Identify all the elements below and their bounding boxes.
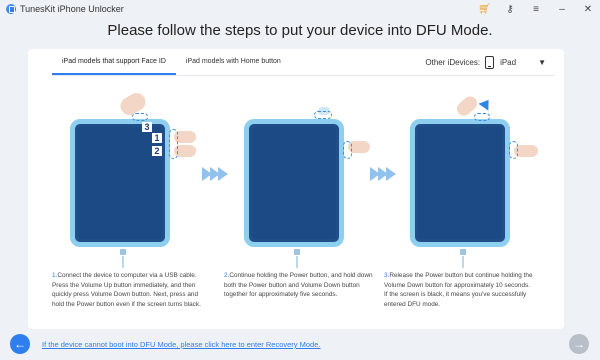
step-3-description: Release the Power button but continue ho…	[384, 272, 533, 308]
window-controls: 🛒︎ ⚷ ≡ – ✕	[478, 0, 594, 18]
selected-device: iPad	[500, 57, 517, 67]
tab-face-id[interactable]: iPad models that support Face ID	[52, 49, 176, 75]
step-3-text: 3.Release the Power button but continue …	[384, 271, 534, 309]
close-icon[interactable]: ✕	[582, 4, 594, 15]
chevron-down-icon[interactable]: ▼	[538, 58, 546, 67]
cart-icon[interactable]: 🛒︎	[478, 4, 491, 15]
step-2-text: 2.Continue holding the Power button, and…	[224, 271, 374, 300]
next-button[interactable]: →	[569, 334, 589, 354]
usb-plug-icon	[120, 249, 126, 255]
volume-buttons-marker	[169, 129, 178, 159]
arrow-right-icon: →	[573, 337, 585, 351]
back-button[interactable]: ←	[10, 334, 30, 354]
tab-home-button[interactable]: iPad models with Home button	[176, 49, 291, 75]
usb-cable-icon	[296, 256, 298, 268]
usb-cable-icon	[462, 256, 464, 268]
instructions-panel: iPad models that support Face ID iPad mo…	[28, 49, 564, 329]
usb-cable-icon	[122, 256, 124, 268]
power-button-marker	[314, 111, 332, 119]
ipad-illustration-step-2	[244, 119, 344, 247]
ipad-icon	[485, 55, 495, 69]
tabs-divider	[52, 75, 554, 76]
power-button-marker	[132, 113, 148, 121]
power-button-marker	[474, 113, 490, 121]
volume-down-marker	[509, 141, 518, 159]
step-1-text: 1.Connect the device to computer via a U…	[52, 271, 202, 309]
key-icon[interactable]: ⚷	[504, 4, 516, 15]
ipad-illustration-step-3	[410, 119, 510, 247]
model-tabs: iPad models that support Face ID iPad mo…	[52, 49, 291, 75]
next-step-arrows-icon	[202, 167, 228, 181]
minimize-icon[interactable]: –	[556, 4, 568, 15]
recovery-mode-link[interactable]: If the device cannot boot into DFU Mode,…	[42, 340, 320, 349]
page-title: Please follow the steps to put your devi…	[107, 22, 493, 39]
arrow-left-icon: ←	[14, 337, 26, 351]
menu-icon[interactable]: ≡	[530, 4, 542, 15]
other-devices-selector[interactable]: Other iDevices: iPad ▼	[425, 54, 546, 70]
badge-1: 1	[152, 133, 162, 143]
other-devices-label: Other iDevices:	[425, 57, 481, 67]
usb-plug-icon	[460, 249, 466, 255]
badge-2: 2	[152, 146, 162, 156]
release-arrow-icon	[478, 96, 494, 111]
volume-down-marker	[343, 141, 352, 159]
badge-3: 3	[142, 122, 152, 132]
next-step-arrows-icon	[370, 167, 396, 181]
app-title: TunesKit iPhone Unlocker	[20, 4, 124, 14]
usb-plug-icon	[294, 249, 300, 255]
step-1-description: Connect the device to computer via a USB…	[52, 272, 201, 308]
step-2-description: Continue holding the Power button, and h…	[224, 272, 373, 298]
app-logo-icon	[6, 4, 16, 14]
